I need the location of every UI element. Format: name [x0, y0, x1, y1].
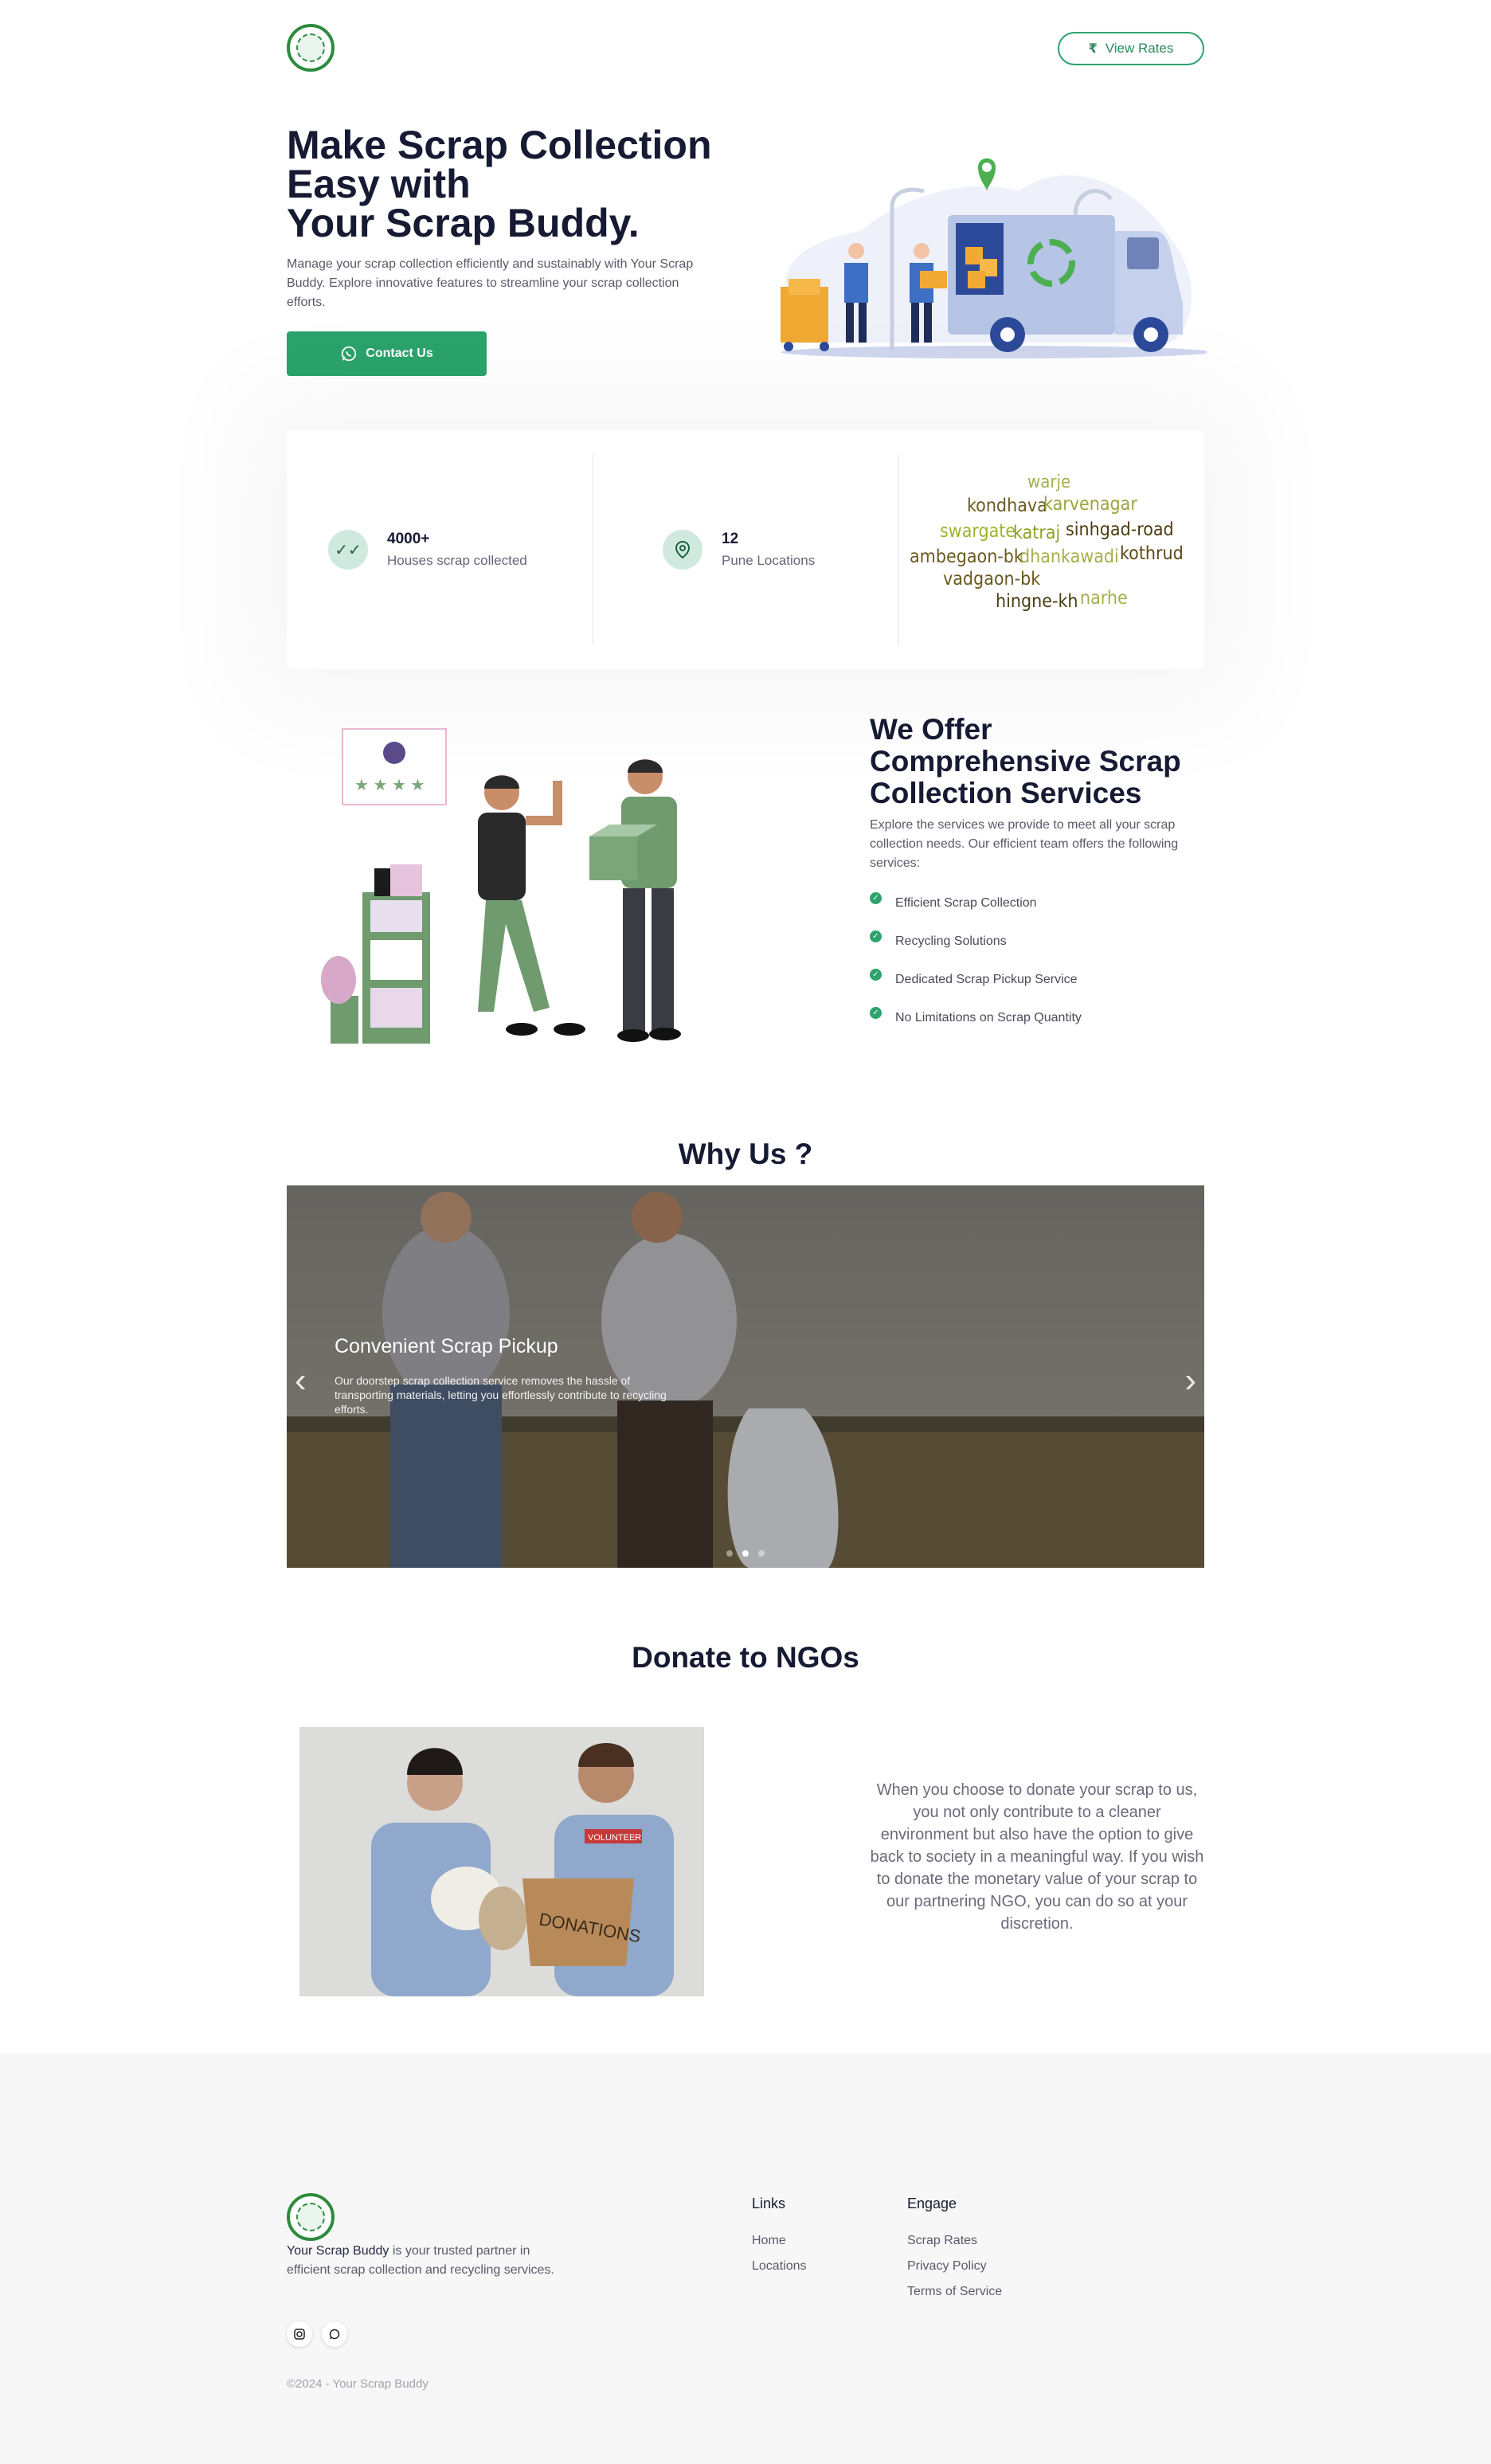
service-label: Recycling Solutions	[895, 934, 1007, 948]
double-check-icon: ✓✓	[328, 530, 368, 570]
why-us-title: Why Us ?	[678, 1138, 813, 1170]
stat-houses-label: Houses scrap collected	[387, 553, 527, 568]
services-description: Explore the services we provide to meet …	[870, 818, 1179, 870]
wordcloud-word: dhankawadi	[1019, 546, 1119, 567]
stat-locations-value: 12	[722, 531, 739, 547]
why-us-carousel[interactable]: Convenient Scrap Pickup Our doorstep scr…	[287, 1185, 1204, 1568]
wordcloud-word: swargate	[940, 521, 1016, 542]
contact-us-label: Contact Us	[366, 347, 433, 360]
donate-title: Donate to NGOs	[632, 1641, 859, 1674]
stats-divider	[898, 454, 899, 645]
hero-title-line1: Make Scrap Collection	[287, 123, 712, 167]
service-label: Dedicated Scrap Pickup Service	[895, 973, 1078, 986]
locations-wordcloud: warje kondhava karvenagar swargate katra…	[910, 472, 1184, 612]
copyright: ©2024 - Your Scrap Buddy	[287, 2377, 429, 2391]
slide-title: Convenient Scrap Pickup	[335, 1335, 558, 1357]
stats-panel: ✓✓ 4000+ Houses scrap collected 12 Pune …	[287, 430, 1204, 669]
list-item: ✓ Recycling Solutions	[870, 923, 1204, 961]
view-rates-label: View Rates	[1105, 41, 1174, 56]
wordcloud-word: vadgaon-bk	[943, 569, 1040, 590]
scrap-truck-illustration	[781, 158, 1207, 358]
volunteer-shirt-label: VOLUNTEER	[588, 1833, 641, 1843]
wordcloud-word: katraj	[1013, 523, 1060, 543]
carousel-next-button[interactable]: ›	[1184, 1361, 1196, 1400]
wordcloud-word: hingne-kh	[996, 591, 1078, 612]
whatsapp-icon[interactable]	[322, 2321, 347, 2347]
stat-houses-value: 4000+	[387, 531, 430, 547]
footer-link-scrap-rates[interactable]: Scrap Rates	[907, 2228, 1002, 2254]
stat-locations-label: Pune Locations	[722, 553, 816, 568]
view-rates-button[interactable]: ₹ View Rates	[1058, 32, 1204, 65]
rupee-icon: ₹	[1088, 42, 1098, 56]
social-links	[287, 2321, 347, 2347]
check-circle-icon: ✓	[870, 968, 882, 981]
slide-text: Our doorstep scrap collection service re…	[335, 1374, 667, 1416]
carousel-prev-button[interactable]: ‹	[295, 1361, 307, 1400]
service-label: No Limitations on Scrap Quantity	[895, 1011, 1082, 1024]
footer-engage-heading: Engage	[907, 2196, 957, 2211]
donation-photo: VOLUNTEER DONATIONS	[299, 1727, 704, 1996]
list-item: ✓ No Limitations on Scrap Quantity	[870, 999, 1204, 1037]
logo-mark-icon	[296, 33, 325, 62]
footer-link-terms[interactable]: Terms of Service	[907, 2279, 1002, 2305]
footer-brand: Your Scrap Buddy	[287, 2244, 389, 2258]
footer-link-home[interactable]: Home	[752, 2228, 807, 2254]
stat-locations: 12 Pune Locations	[663, 430, 815, 669]
whatsapp-icon	[342, 346, 357, 362]
carousel-indicators	[287, 1550, 1204, 1557]
carousel-dot[interactable]	[758, 1550, 765, 1557]
wordcloud-word: narhe	[1080, 588, 1128, 609]
services-list: ✓ Efficient Scrap Collection ✓ Recycling S…	[870, 884, 1204, 1037]
wordcloud-word: sinhgad-road	[1066, 519, 1174, 540]
contact-us-button[interactable]: Contact Us	[287, 331, 487, 376]
carousel-dot-active[interactable]	[742, 1550, 749, 1557]
list-item: ✓ Dedicated Scrap Pickup Service	[870, 961, 1204, 999]
site-footer: Your Scrap Buddy is your trusted partner…	[0, 2054, 1491, 2464]
review-stars-icon: ★ ★ ★ ★	[354, 777, 425, 794]
instagram-icon[interactable]	[287, 2321, 312, 2347]
footer-link-locations[interactable]: Locations	[752, 2254, 807, 2279]
wordcloud-word: ambegaon-bk	[910, 546, 1023, 567]
check-circle-icon: ✓	[870, 930, 882, 942]
logo-mark-icon	[296, 2203, 325, 2231]
wordcloud-word: kondhava	[967, 496, 1047, 516]
donate-description: When you choose to donate your scrap to …	[870, 1781, 1204, 1933]
footer-engage-column: Engage Scrap Rates Privacy Policy Terms …	[907, 2196, 1002, 2305]
hero-title: Make Scrap Collection Easy with Your Scr…	[287, 123, 765, 245]
wordcloud-word: kothrud	[1120, 543, 1184, 564]
logo[interactable]	[287, 24, 335, 72]
footer-logo[interactable]	[287, 2193, 335, 2241]
map-pin-icon	[663, 530, 702, 570]
check-circle-icon: ✓	[870, 1006, 882, 1019]
footer-description: Your Scrap Buddy is your trusted partner…	[287, 2242, 573, 2280]
wordcloud-word: warje	[1027, 472, 1070, 492]
stat-houses: ✓✓ 4000+ Houses scrap collected	[328, 430, 527, 669]
list-item: ✓ Efficient Scrap Collection	[870, 884, 1204, 923]
site-header: ₹ View Rates	[287, 24, 1204, 72]
hero-title-brand: Your Scrap Buddy	[287, 201, 628, 245]
hero-description: Manage your scrap collection efficiently…	[287, 257, 694, 309]
footer-links-heading: Links	[752, 2196, 786, 2211]
services-illustration: ★ ★ ★ ★	[321, 728, 681, 1044]
check-circle-icon: ✓	[870, 891, 882, 904]
hero-title-line2: Easy with	[287, 162, 471, 206]
footer-link-privacy-policy[interactable]: Privacy Policy	[907, 2254, 1002, 2279]
footer-links-column: Links Home Locations	[752, 2196, 807, 2279]
wordcloud-word: karvenagar	[1043, 494, 1137, 515]
services-title: We Offer Comprehensive Scrap Collection …	[870, 713, 1181, 809]
service-label: Efficient Scrap Collection	[895, 896, 1037, 910]
carousel-dot[interactable]	[726, 1550, 733, 1557]
hero-title-period: .	[628, 201, 640, 245]
